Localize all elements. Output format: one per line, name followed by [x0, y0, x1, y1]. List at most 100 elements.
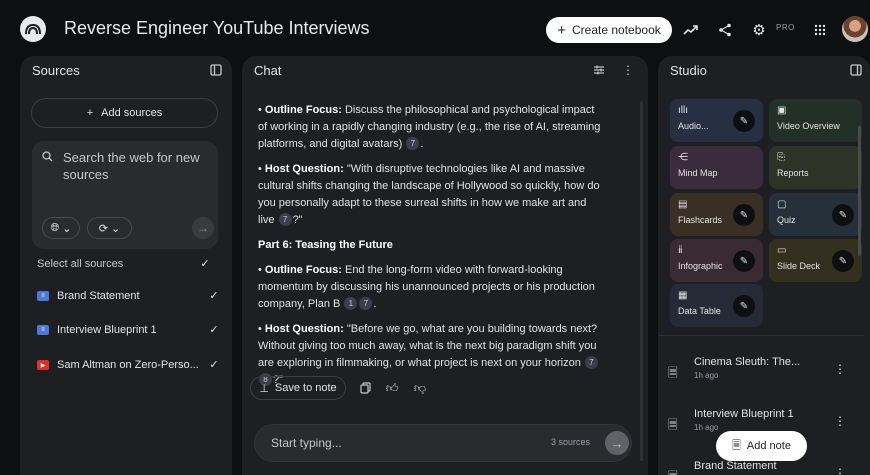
tile-label: Quiz [777, 215, 796, 225]
plus-icon: + [557, 21, 567, 39]
source-name: Interview Blueprint 1 [57, 324, 157, 336]
slide-deck-tile[interactable]: ▭ Slide Deck ✎ [769, 239, 862, 282]
send-button[interactable]: → [605, 431, 629, 455]
chat-panel: Chat ⋮ • Outline Focus: Discuss the phil… [242, 56, 648, 475]
notebooklm-logo-icon[interactable] [20, 16, 46, 42]
reports-icon: ⎘ [777, 152, 785, 163]
response-paragraph: • Outline Focus: End the long-form video… [258, 264, 595, 310]
more-vert-icon[interactable]: ⋮ [834, 466, 846, 475]
chat-input[interactable] [271, 434, 531, 452]
source-name: Brand Statement [57, 290, 140, 302]
settings-gear-icon[interactable]: ⚙ [748, 19, 770, 41]
notebook-title[interactable]: Reverse Engineer YouTube Interviews [64, 18, 370, 39]
source-item[interactable]: ≡ Brand Statement ✓ [37, 285, 220, 307]
add-sources-button[interactable]: + Add sources [31, 98, 218, 128]
studio-title: Studio [670, 63, 707, 78]
video-overview-tile[interactable]: ▣ Video Overview [769, 99, 862, 142]
source-checkbox[interactable]: ✓ [208, 359, 220, 371]
document-icon: ≡ [37, 325, 49, 335]
infographic-icon: ⅱ [678, 245, 683, 256]
thumbs-down-icon[interactable]: 👎︎ [412, 380, 428, 396]
source-name: Sam Altman on Zero-Perso... [57, 359, 199, 371]
add-note-label: Add note [746, 440, 791, 452]
source-checkbox[interactable]: ✓ [208, 290, 220, 302]
tile-label: Infographic [678, 261, 723, 271]
flashcards-tile[interactable]: ▤ Flashcards ✎ [670, 193, 763, 236]
data-table-tile[interactable]: ▦ Data Table ✎ [670, 284, 763, 327]
share-icon[interactable] [714, 19, 736, 41]
note-time: 1h ago [694, 423, 719, 432]
divider [658, 335, 864, 336]
edit-pencil-icon[interactable]: ✎ [733, 295, 755, 317]
chevron-down-icon: ⌄ [111, 222, 121, 235]
thumbs-up-icon[interactable]: 👍︎ [384, 380, 400, 396]
copy-icon[interactable] [357, 380, 373, 396]
citation-badge[interactable]: 7 [584, 356, 598, 369]
edit-pencil-icon[interactable]: ✎ [733, 204, 755, 226]
quiz-tile[interactable]: ▢ Quiz ✎ [769, 193, 862, 236]
infographic-tile[interactable]: ⅱ Infographic ✎ [670, 239, 763, 282]
arrow-right-icon: → [197, 221, 209, 235]
apps-grid-icon[interactable] [809, 19, 831, 41]
more-vert-icon[interactable]: ⋮ [834, 362, 846, 376]
audio-overview-tile[interactable]: ıllı Audio... ✎ [670, 99, 763, 142]
research-sparkle-icon: ⟳ [98, 222, 108, 235]
citation-badge[interactable]: 1 [344, 297, 358, 310]
chat-input-box: 3 sources → [254, 424, 632, 462]
research-mode-dropdown[interactable]: ⟳ ⌄ [87, 217, 132, 239]
note-time: 1h ago [694, 371, 719, 380]
citation-badge[interactable]: 7 [359, 297, 373, 310]
edit-pencil-icon[interactable]: ✎ [832, 250, 854, 272]
sources-count: 3 sources [551, 437, 591, 447]
search-input[interactable]: Search the web for new sources [63, 149, 213, 183]
edit-pencil-icon[interactable]: ✎ [832, 204, 854, 226]
response-paragraph: • Host Question: "With disruptive techno… [258, 161, 603, 229]
web-source-dropdown[interactable]: 🌐︎ ⌄ [42, 217, 80, 239]
tile-label: Video Overview [777, 121, 840, 131]
note-icon: 🗏︎ [668, 366, 678, 380]
chat-header: Chat ⋮ [242, 56, 648, 86]
paragraph-label: Outline Focus: [264, 104, 342, 116]
note-item[interactable]: 🗏︎ Cinema Sleuth: The... 1h ago ⋮ [666, 354, 852, 390]
analytics-icon[interactable] [680, 19, 702, 41]
studio-scrollbar[interactable] [858, 126, 861, 256]
youtube-icon: ▶ [37, 360, 49, 370]
arrow-right-icon: → [610, 435, 624, 451]
more-vert-icon[interactable]: ⋮ [834, 414, 846, 428]
document-icon: ≡ [37, 291, 49, 301]
add-note-button[interactable]: 🗏︎ Add note [716, 431, 807, 461]
chevron-down-icon: ⌄ [62, 222, 72, 235]
chat-scrollbar[interactable] [640, 101, 643, 461]
select-all-checkbox[interactable]: ✓ [199, 258, 211, 270]
globe-icon: 🌐︎ [50, 221, 60, 234]
user-avatar[interactable] [842, 16, 868, 42]
save-to-note-label: Save to note [274, 382, 337, 394]
more-vert-icon[interactable]: ⋮ [621, 63, 635, 77]
note-add-icon: 🗏︎ [732, 439, 741, 452]
create-notebook-button[interactable]: + Create notebook [546, 17, 672, 43]
web-search-box[interactable]: Search the web for new sources 🌐︎ ⌄ ⟳ ⌄ … [32, 141, 218, 249]
mind-map-tile[interactable]: ⋲ Mind Map [670, 146, 763, 189]
source-item[interactable]: ≡ Interview Blueprint 1 ✓ [37, 319, 220, 341]
source-checkbox[interactable]: ✓ [208, 324, 220, 336]
bullet: • [258, 163, 265, 175]
tile-label: Slide Deck [777, 261, 821, 271]
collapse-panel-icon[interactable] [209, 63, 223, 77]
source-item[interactable]: ▶ Sam Altman on Zero-Perso... ✓ [37, 354, 220, 376]
reports-tile[interactable]: ⎘ Reports [769, 146, 862, 189]
submit-search-button[interactable]: → [192, 217, 214, 239]
collapse-panel-icon[interactable] [849, 63, 863, 77]
edit-pencil-icon[interactable]: ✎ [733, 110, 755, 132]
data-table-icon: ▦ [678, 290, 688, 301]
edit-pencil-icon[interactable]: ✎ [733, 250, 755, 272]
bullet: • [258, 264, 265, 276]
audio-waveform-icon: ıllı [678, 105, 688, 116]
citation-badge[interactable]: 7 [278, 213, 292, 226]
flashcards-icon: ▤ [678, 199, 688, 210]
slide-deck-icon: ▭ [777, 245, 787, 256]
save-to-note-button[interactable]: ⊥ Save to note [250, 376, 346, 400]
video-icon: ▣ [777, 105, 787, 116]
chat-settings-icon[interactable] [592, 63, 606, 77]
search-icon [42, 151, 53, 165]
citation-badge[interactable]: 7 [406, 137, 420, 150]
